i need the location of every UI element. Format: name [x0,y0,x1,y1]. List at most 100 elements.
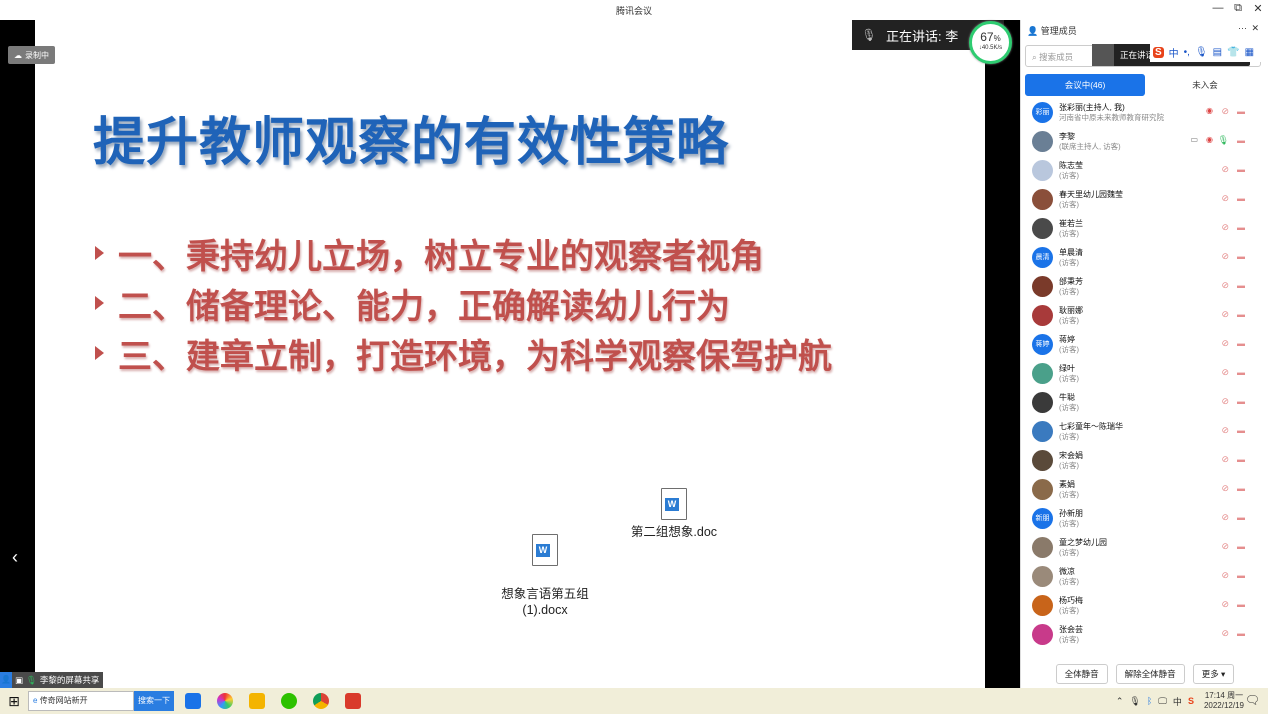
mic-off-icon[interactable]: ⊘ [1221,367,1229,378]
camera-off-icon[interactable]: ▬ [1237,484,1245,493]
screen-share-status[interactable]: 👤 ▣ 🎙 李黎的屏幕共享 [0,672,104,688]
member-row[interactable]: 耿丽娜 (访客) ⊘ ▬ [1021,301,1268,330]
mic-off-icon[interactable]: ⊘ [1221,541,1229,552]
camera-off-icon[interactable]: ▬ [1237,368,1245,377]
mic-off-icon[interactable]: ⊘ [1221,309,1229,320]
camera-off-icon[interactable]: ▬ [1237,165,1245,174]
mic-off-icon[interactable]: ⊘ [1221,425,1229,436]
camera-off-icon[interactable]: ▬ [1237,136,1245,145]
mic-on-icon[interactable]: 🎙 [1218,135,1229,146]
member-row[interactable]: 邰秉芳 (访客) ⊘ ▬ [1021,272,1268,301]
unmute-all-button[interactable]: 解除全体静音 [1115,664,1185,684]
member-row[interactable]: 宋会娟 (访客) ⊘ ▬ [1021,446,1268,475]
mic-off-icon[interactable]: ⊘ [1221,570,1229,581]
mic-off-icon[interactable]: ⊘ [1221,483,1229,494]
mic-off-icon[interactable]: ⊘ [1221,599,1229,610]
member-row[interactable]: 李黎 (联席主持人, 访客) ▭ ◉ 🎙 ▬ [1021,127,1268,156]
record-icon[interactable]: ◉ [1206,135,1213,144]
windows-start-icon[interactable]: ⊞ [0,693,28,710]
mic-off-icon[interactable]: ⊘ [1221,512,1229,523]
camera-off-icon[interactable]: ▬ [1237,339,1245,348]
camera-off-icon[interactable]: ▬ [1237,600,1245,609]
more-icon[interactable]: ··· [1238,23,1247,33]
member-row[interactable]: 绿叶 (访客) ⊘ ▬ [1021,359,1268,388]
member-row[interactable]: 彩丽 张彩丽(主持人, 我) 河南省中原未来教师教育研究院 ◉ ⊘ ▬ [1021,98,1268,127]
mic-off-icon[interactable]: ⊘ [1221,106,1229,117]
camera-off-icon[interactable]: ▬ [1237,223,1245,232]
folder-icon[interactable] [244,690,270,712]
mic-off-icon[interactable]: ⊘ [1221,251,1229,262]
camera-off-icon[interactable]: ▬ [1237,252,1245,261]
camera-off-icon[interactable]: ▬ [1237,281,1245,290]
member-row[interactable]: 春天里幼儿园魏莹 (访客) ⊘ ▬ [1021,185,1268,214]
close-icon[interactable]: ✕ [1251,23,1259,34]
restore-button[interactable]: ⧉ [1230,2,1246,15]
member-row[interactable]: 童之梦幼儿园 (访客) ⊘ ▬ [1021,533,1268,562]
mute-all-button[interactable]: 全体静音 [1055,664,1108,684]
toolbox-icon[interactable]: ▦ [1245,47,1254,58]
camera-off-icon[interactable]: ▬ [1237,629,1245,638]
screen-share-icon[interactable]: ▭ [1190,135,1198,144]
wps-icon[interactable] [340,690,366,712]
camera-off-icon[interactable]: ▬ [1237,397,1245,406]
member-row[interactable]: 杨巧梅 (访客) ⊘ ▬ [1021,591,1268,620]
member-row[interactable]: 牛聪 (访客) ⊘ ▬ [1021,388,1268,417]
member-row[interactable]: 蒋婷 蒋婷 (访客) ⊘ ▬ [1021,330,1268,359]
search-button[interactable]: 搜索一下 [134,691,174,711]
mic-off-icon[interactable]: ⊘ [1221,222,1229,233]
member-row[interactable]: 张会芸 (访客) ⊘ ▬ [1021,620,1268,648]
member-row[interactable]: 晨清 单晨清 (访客) ⊘ ▬ [1021,243,1268,272]
mic-off-icon[interactable]: ⊘ [1221,193,1229,204]
mic-off-icon[interactable]: ⊘ [1221,396,1229,407]
color-app-icon[interactable] [212,690,238,712]
ime-toolbar[interactable]: S 中 •, 🎙 ▤ 👕 ▦ [1150,42,1268,62]
browser-address-bar[interactable]: e 传奇网站新开 [28,691,134,711]
clock[interactable]: 17:14 周一 2022/12/19 [1204,691,1244,711]
mic-icon[interactable]: 🎙 [1129,696,1140,707]
keyboard-icon[interactable]: ▤ [1213,47,1222,58]
record-icon[interactable]: ◉ [1206,106,1213,115]
member-row[interactable]: 七彩童年～陈瑞华 (访客) ⊘ ▬ [1021,417,1268,446]
collapse-chevron-icon[interactable]: ‹ [3,542,27,572]
recording-badge[interactable]: ☁ 录制中 [8,46,55,64]
close-button[interactable]: ✕ [1250,2,1266,15]
mic-off-icon[interactable]: ⊘ [1221,454,1229,465]
mic-off-icon[interactable]: ⊘ [1221,628,1229,639]
bluetooth-icon[interactable]: ᛒ [1147,696,1152,706]
notification-icon[interactable]: 🗨 [1245,693,1260,707]
more-button[interactable]: 更多 ▾ [1192,664,1235,684]
camera-off-icon[interactable]: ▬ [1237,542,1245,551]
network-gauge[interactable]: 67% ↓40.5K/s [969,21,1012,64]
tab-in-meeting[interactable]: 会议中(46) [1025,74,1145,96]
sogou-icon[interactable]: S [1188,696,1194,706]
member-row[interactable]: 新朋 孙新朋 (访客) ⊘ ▬ [1021,504,1268,533]
camera-off-icon[interactable]: ▬ [1237,455,1245,464]
mic-off-icon[interactable]: ⊘ [1221,338,1229,349]
camera-off-icon[interactable]: ▬ [1237,426,1245,435]
voice-icon[interactable]: 🎙 [1195,47,1208,58]
camera-off-icon[interactable]: ▬ [1237,513,1245,522]
chevron-up-icon[interactable]: ⌃ [1116,696,1124,707]
meeting-app-icon[interactable] [180,690,206,712]
camera-off-icon[interactable]: ▬ [1237,310,1245,319]
ime-mode[interactable]: 中 [1169,45,1179,60]
member-row[interactable]: 素娟 (访客) ⊘ ▬ [1021,475,1268,504]
wechat-icon[interactable] [276,690,302,712]
mic-off-icon[interactable]: ⊘ [1221,280,1229,291]
member-row[interactable]: 微凉 (访客) ⊘ ▬ [1021,562,1268,591]
desktop-file[interactable]: W 第二组想象.doc [629,488,719,540]
mic-off-icon[interactable]: ⊘ [1221,164,1229,175]
network-icon[interactable]: 🖵 [1158,696,1167,707]
chrome-icon[interactable] [308,690,334,712]
desktop-file[interactable]: W 想象言语第五组 (1).docx [495,518,595,634]
tab-not-joined[interactable]: 未入会 [1145,74,1265,96]
member-row[interactable]: 陈志莹 (访客) ⊘ ▬ [1021,156,1268,185]
camera-off-icon[interactable]: ▬ [1237,571,1245,580]
member-row[interactable]: 崔若兰 (访客) ⊘ ▬ [1021,214,1268,243]
ime-indicator[interactable]: 中 [1173,695,1182,708]
punctuation-icon[interactable]: •, [1184,47,1190,58]
camera-off-icon[interactable]: ▬ [1237,107,1245,116]
camera-off-icon[interactable]: ▬ [1237,194,1245,203]
skin-icon[interactable]: 👕 [1227,47,1239,58]
minimize-button[interactable]: — [1210,2,1226,14]
